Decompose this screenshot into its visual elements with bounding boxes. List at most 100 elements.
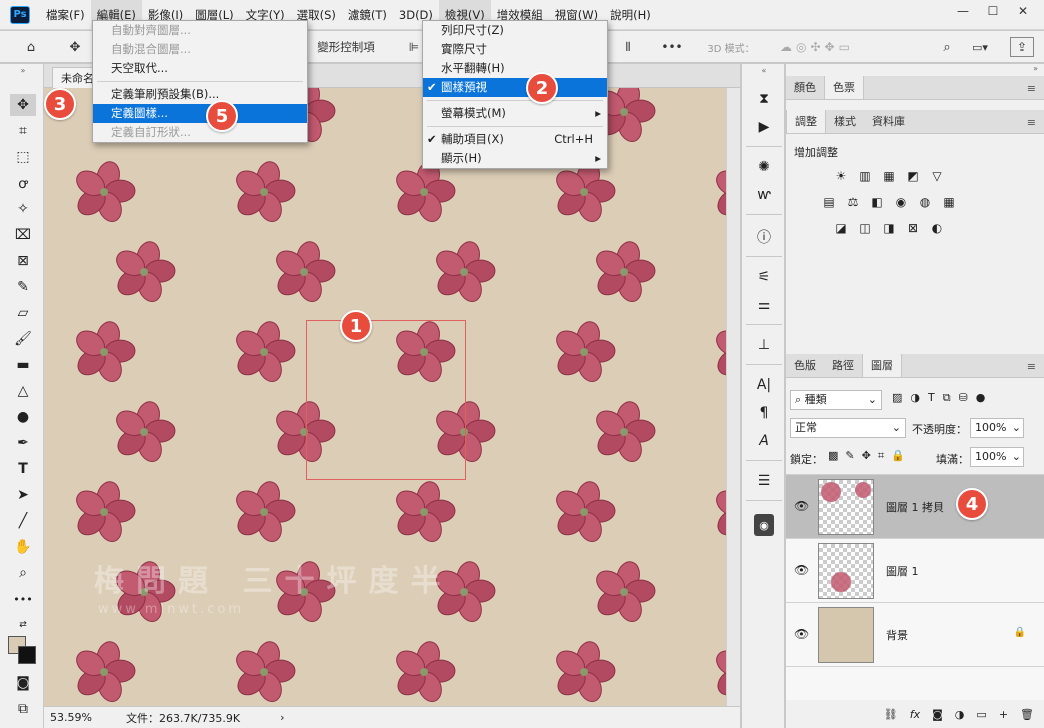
share-icon[interactable]: ⇪ — [1010, 37, 1034, 57]
selective-color-icon[interactable]: ⊠ — [904, 220, 922, 236]
maximize-button[interactable]: ☐ — [980, 2, 1006, 20]
tab-swatches[interactable]: 色票 — [824, 76, 864, 99]
opacity-input[interactable]: 100% ⌄ — [970, 418, 1024, 438]
layer-row-background[interactable]: 👁 背景 🔒 — [786, 603, 1044, 667]
threshold-icon[interactable]: ◨ — [880, 220, 898, 236]
menu-item-define-pattern[interactable]: 定義圖樣... — [93, 104, 307, 123]
quick-mask-icon[interactable]: ◙ — [10, 672, 36, 694]
brush-preset-icon[interactable]: ⚟ — [751, 266, 777, 288]
layer-name[interactable]: 背景 — [886, 627, 908, 643]
visibility-eye-icon[interactable]: 👁 — [794, 627, 809, 641]
menu-file[interactable]: 檔案(F) — [40, 0, 91, 30]
visibility-eye-icon[interactable]: 👁 — [794, 499, 809, 513]
layer-row-layer1[interactable]: 👁 圖層 1 — [786, 539, 1044, 603]
hue-sat-icon[interactable]: ▤ — [820, 194, 838, 210]
menu-item-screen-mode[interactable]: 螢幕模式(M) ▸ — [423, 104, 607, 123]
type-tool-icon[interactable]: T — [10, 458, 36, 480]
menu-filter[interactable]: 濾鏡(T) — [342, 0, 393, 30]
layer-name[interactable]: 圖層 1 拷貝 — [886, 499, 944, 515]
brightness-icon[interactable]: ☀ — [832, 168, 850, 184]
menu-item-auto-blend[interactable]: 自動混合圖層... — [93, 40, 307, 59]
menu-item-flip-horizontal[interactable]: 水平翻轉(H) — [423, 59, 607, 78]
panel-menu-icon[interactable]: ≡ — [1027, 116, 1036, 129]
group-icon[interactable]: ▭ — [976, 708, 986, 721]
actions-play-icon[interactable]: ▶ — [751, 116, 777, 138]
tool-presets-icon[interactable]: ⚌ — [751, 294, 777, 316]
healing-brush-icon[interactable]: ▱ — [10, 302, 36, 324]
tab-color[interactable]: 顏色 — [786, 76, 824, 99]
blur-tool-icon[interactable]: △ — [10, 380, 36, 402]
delete-layer-icon[interactable]: 🗑 — [1020, 708, 1034, 721]
menu-item-show[interactable]: 顯示(H) ▸ — [423, 149, 607, 168]
menu-item-extras[interactable]: ✔ 輔助項目(X) Ctrl+H — [423, 130, 607, 149]
transform-controls-label[interactable]: 變形控制項 — [306, 37, 386, 57]
move-tool-icon[interactable]: ✥ — [62, 37, 88, 57]
collapse-icon[interactable]: » — [1033, 64, 1038, 73]
more-options-button[interactable]: ••• — [658, 37, 686, 57]
tab-paths[interactable]: 路徑 — [824, 354, 862, 377]
menu-help[interactable]: 說明(H) — [604, 0, 657, 30]
tab-channels[interactable]: 色版 — [786, 354, 824, 377]
photo-filter-icon[interactable]: ◉ — [892, 194, 910, 210]
menu-item-define-shape[interactable]: 定義自訂形狀... — [93, 123, 307, 142]
brushes-icon[interactable]: ⱳ — [751, 184, 777, 206]
info-icon[interactable]: ⓘ — [751, 226, 777, 248]
frame-tool-icon[interactable]: ⌧ — [10, 224, 36, 246]
visibility-eye-icon[interactable]: 👁 — [794, 563, 809, 577]
menu-item-define-brush[interactable]: 定義筆刷預設集(B)... — [93, 85, 307, 104]
zoom-tool-icon[interactable]: ⌕ — [10, 562, 36, 584]
eyedropper-icon[interactable]: ✎ — [10, 276, 36, 298]
status-arrow-icon[interactable]: › — [280, 711, 284, 724]
menu-item-sky-replace[interactable]: 天空取代... — [93, 59, 307, 78]
new-layer-icon[interactable]: + — [999, 708, 1008, 721]
vertical-scrollbar[interactable] — [726, 88, 740, 706]
color-lookup-icon[interactable]: ▦ — [940, 194, 958, 210]
lock-icons[interactable]: ▩✎✥⌗🔒 — [828, 449, 912, 463]
tab-adjustments[interactable]: 調整 — [786, 110, 826, 133]
align-left-icon[interactable]: ⊫ — [404, 37, 424, 57]
paragraph-icon[interactable]: ¶ — [751, 402, 777, 424]
more-tools-icon[interactable]: ••• — [10, 588, 36, 610]
search-icon[interactable]: ⌕ — [936, 37, 958, 57]
panel-menu-icon[interactable]: ≡ — [1027, 82, 1036, 95]
distribute-icon[interactable]: ⫴ — [618, 37, 638, 57]
home-icon[interactable]: ⌂ — [18, 37, 44, 57]
glyphs-icon[interactable]: A — [751, 430, 777, 452]
blend-mode-select[interactable]: 正常 ⌄ — [790, 418, 906, 438]
menu-item-auto-align[interactable]: 自動對齊圖層... — [93, 21, 307, 40]
collapse-icon[interactable]: » — [10, 64, 36, 76]
swap-colors-icon[interactable]: ⇄ — [10, 614, 36, 636]
minimize-button[interactable]: — — [950, 2, 976, 20]
canvas[interactable]: 梅問題 三十坪度半 www.minwt.com — [44, 88, 726, 706]
tab-libraries[interactable]: 資料庫 — [864, 110, 913, 133]
fx-icon[interactable]: fx — [910, 708, 920, 721]
workspace-icon[interactable]: ▭▾ — [966, 37, 994, 57]
line-tool-icon[interactable]: ╱ — [10, 510, 36, 532]
menu-item-print-size[interactable]: 列印尺寸(Z) — [423, 21, 607, 40]
layer-filter-icons[interactable]: ▨◑T⧉⛁● — [892, 391, 993, 405]
crop-tool-icon[interactable]: ⌗ — [10, 120, 36, 142]
close-button[interactable]: ✕ — [1010, 2, 1036, 20]
gradient-map-icon[interactable]: ◐ — [928, 220, 946, 236]
gradient-tool-icon[interactable]: ▬ — [10, 354, 36, 376]
hand-tool-icon[interactable]: ✋ — [10, 536, 36, 558]
levels-icon[interactable]: ▥ — [856, 168, 874, 184]
frame-x-tool-icon[interactable]: ⊠ — [10, 250, 36, 272]
panel-menu-icon[interactable]: ≡ — [1027, 360, 1036, 373]
invert-icon[interactable]: ◪ — [832, 220, 850, 236]
brush-settings-icon[interactable]: ✺ — [751, 156, 777, 178]
dodge-tool-icon[interactable]: ● — [10, 406, 36, 428]
layer-row-copy[interactable]: 👁 圖層 1 拷貝 — [786, 475, 1044, 539]
path-select-icon[interactable]: ➤ — [10, 484, 36, 506]
tab-layers[interactable]: 圖層 — [862, 354, 902, 377]
magic-wand-icon[interactable]: ✧ — [10, 198, 36, 220]
pen-tool-icon[interactable]: ✒ — [10, 432, 36, 454]
zoom-level[interactable]: 53.59% — [50, 711, 110, 724]
channel-mixer-icon[interactable]: ◍ — [916, 194, 934, 210]
menu-item-actual-size[interactable]: 實際尺寸 — [423, 40, 607, 59]
color-balance-icon[interactable]: ⚖ — [844, 194, 862, 210]
history-icon[interactable]: ⧗ — [751, 88, 777, 110]
clone-source-icon[interactable]: ⊥ — [751, 334, 777, 356]
link-layers-icon[interactable]: ⛓ — [884, 708, 898, 721]
tab-styles[interactable]: 樣式 — [826, 110, 864, 133]
